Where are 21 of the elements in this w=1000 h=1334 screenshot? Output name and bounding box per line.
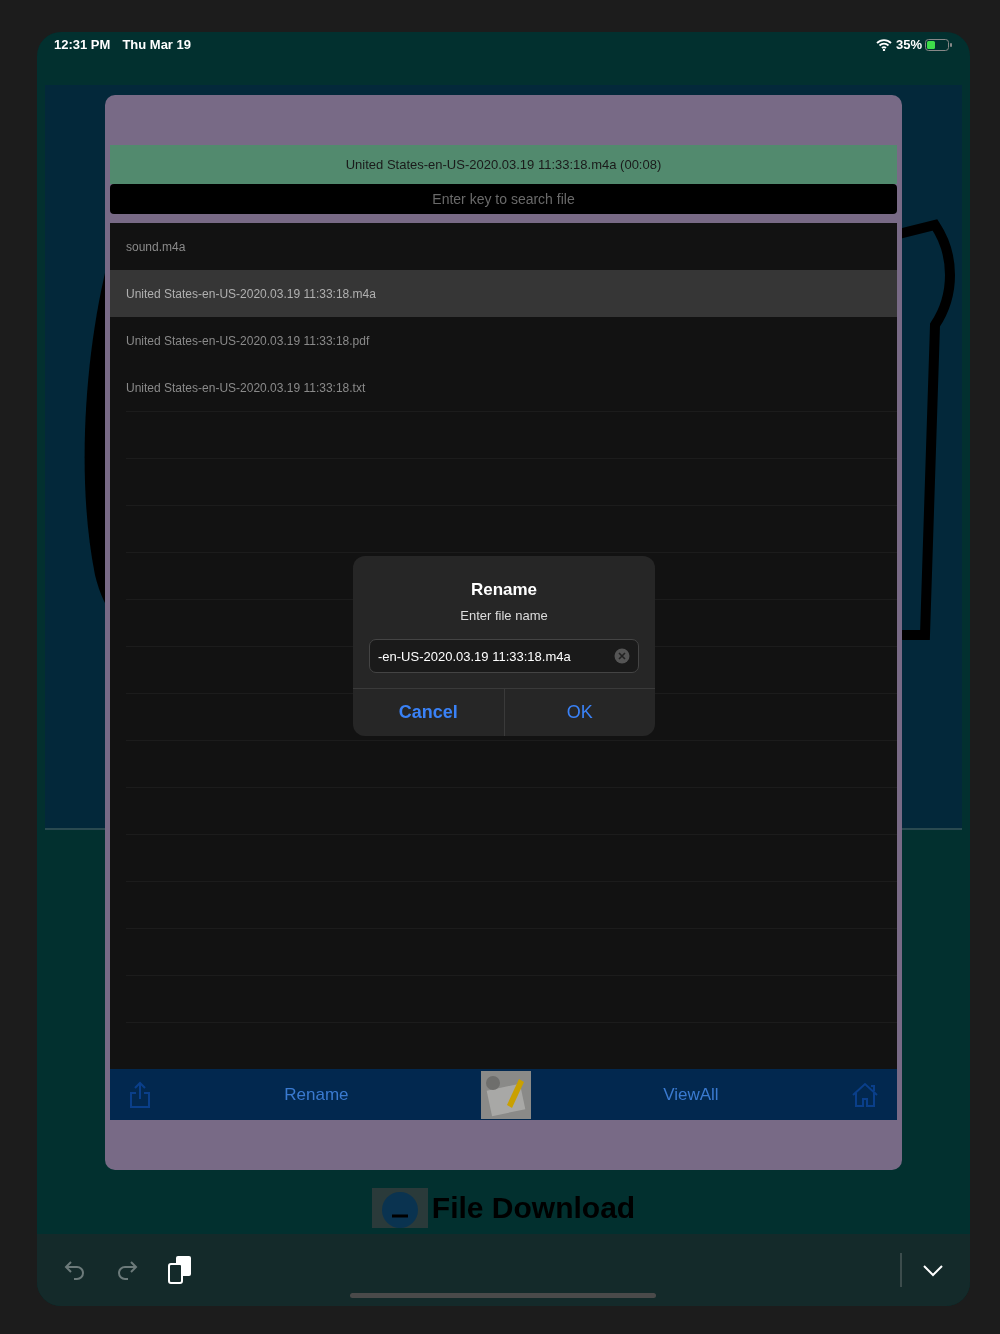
view-all-button[interactable]: ViewAll — [663, 1081, 719, 1108]
file-name-field[interactable]: -en-US-2020.03.19 11:33:18.m4a — [369, 639, 639, 673]
chevron-down-icon[interactable] — [922, 1263, 944, 1277]
status-time: 12:31 PM — [54, 36, 111, 55]
dialog-title: Rename — [470, 579, 538, 601]
wifi-icon — [875, 39, 892, 51]
file-row[interactable]: United States-en-US-2020.03.19 11:33:18.m4a — [110, 270, 897, 318]
dialog-message: Enter file name — [460, 606, 548, 625]
now-playing-bar: United States-en-US-2020.03.19 11:33:18.m4a (00:08) — [110, 144, 897, 184]
search-field[interactable]: Enter key to search file — [110, 183, 897, 214]
ok-button[interactable]: OK — [504, 689, 655, 736]
battery-icon — [925, 39, 953, 51]
clear-icon[interactable] — [614, 648, 630, 664]
redo-icon[interactable] — [115, 1259, 139, 1281]
paste-icon[interactable] — [167, 1255, 193, 1285]
status-date: Thu Mar 19 — [122, 36, 191, 55]
battery-percent: 35% — [895, 36, 922, 55]
undo-icon[interactable] — [63, 1259, 87, 1281]
rename-button[interactable]: Rename — [284, 1081, 349, 1108]
download-icon — [371, 1187, 428, 1228]
cancel-button[interactable]: Cancel — [353, 689, 505, 736]
